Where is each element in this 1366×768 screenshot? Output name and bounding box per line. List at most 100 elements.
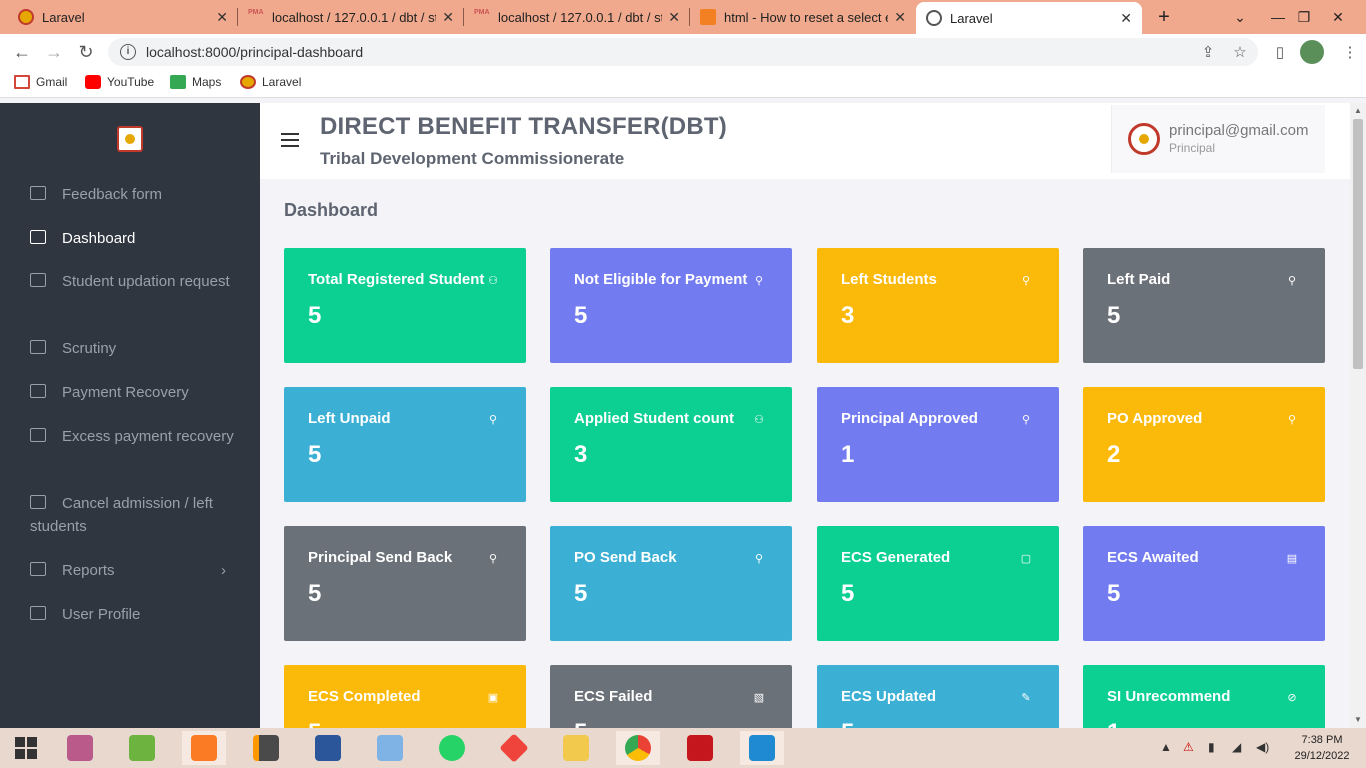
taskbar-app-word[interactable]	[306, 731, 350, 765]
profile-avatar[interactable]	[1300, 40, 1324, 64]
taskbar-clock[interactable]: 7:38 PM 29/12/2022	[1286, 732, 1358, 764]
stat-card[interactable]: Principal Approved 1 ⚲	[817, 387, 1059, 502]
laravel-favicon-icon	[18, 9, 34, 25]
bookmark-youtube[interactable]: YouTube	[85, 75, 154, 89]
taskbar-app-notepad[interactable]	[120, 731, 164, 765]
address-bar-row: ← → ↻ i localhost:8000/principal-dashboa…	[0, 34, 1366, 70]
scroll-down-icon[interactable]: ▼	[1353, 715, 1363, 725]
close-tab-icon[interactable]: ✕	[442, 9, 454, 26]
stat-card-value: 5	[308, 441, 322, 468]
sidebar-item-feedback-form[interactable]: Feedback form	[30, 183, 240, 206]
sidebar-logo[interactable]	[117, 126, 143, 152]
new-tab-button[interactable]: +	[1144, 0, 1184, 34]
sidebar-item-label: Feedback form	[62, 186, 163, 203]
stat-card[interactable]: Principal Send Back 5 ⚲	[284, 526, 526, 641]
taskbar-app-xampp[interactable]	[182, 731, 226, 765]
globe-icon	[926, 10, 942, 26]
sidebar-item-reports[interactable]: Reports ›	[30, 559, 240, 582]
app-subtitle: Tribal Development Commissionerate	[320, 149, 625, 168]
stat-card[interactable]: Total Registered Student 5 ⚇	[284, 248, 526, 363]
stat-card[interactable]: Left Students 3 ⚲	[817, 248, 1059, 363]
stat-card[interactable]: ECS Completed 5 ▣	[284, 665, 526, 728]
network-warning-icon[interactable]: ⚠	[1183, 740, 1194, 754]
back-icon[interactable]: ←	[10, 40, 34, 64]
xampp-icon	[191, 735, 217, 761]
taskbar-app-snipping[interactable]	[58, 731, 102, 765]
browser-tab[interactable]: html - How to reset a select ele ✕	[690, 0, 916, 34]
stat-card[interactable]: Left Paid 5 ⚲	[1083, 248, 1325, 363]
stat-card[interactable]: Left Unpaid 5 ⚲	[284, 387, 526, 502]
windows-logo-icon	[15, 737, 37, 759]
scroll-thumb[interactable]	[1353, 119, 1363, 369]
acrobat-icon	[687, 735, 713, 761]
stat-card[interactable]: ECS Awaited 5 ▤	[1083, 526, 1325, 641]
sidebar-item-dashboard[interactable]: Dashboard	[30, 227, 240, 250]
site-info-icon[interactable]: i	[120, 44, 136, 60]
start-button[interactable]	[4, 731, 48, 765]
stat-card-label: ECS Failed	[574, 688, 653, 705]
file-icon: ▢	[1020, 553, 1032, 565]
sidebar-item-label: Student updation request	[62, 273, 230, 290]
url-field[interactable]: i localhost:8000/principal-dashboard	[108, 38, 1258, 66]
stat-card[interactable]: ECS Generated 5 ▢	[817, 526, 1059, 641]
sidebar-item-scrutiny[interactable]: Scrutiny	[30, 337, 240, 360]
bookmark-star-icon[interactable]: ☆	[1230, 42, 1250, 62]
close-tab-icon[interactable]: ✕	[894, 9, 906, 26]
page-scrollbar[interactable]: ▲ ▼	[1350, 103, 1366, 728]
browser-tab[interactable]: PMA localhost / 127.0.0.1 / dbt / stu ✕	[464, 0, 690, 34]
sidebar-item-student-updation[interactable]: Student updation request	[30, 270, 240, 293]
stat-card[interactable]: SI Unrecommend 1 ⊘	[1083, 665, 1325, 728]
stat-card[interactable]: PO Approved 2 ⚲	[1083, 387, 1325, 502]
user-menu[interactable]: principal@gmail.com Principal	[1111, 105, 1325, 173]
stat-card[interactable]: Not Eligible for Payment 5 ⚲	[550, 248, 792, 363]
forward-icon[interactable]: →	[42, 40, 66, 64]
browser-tab-active[interactable]: Laravel ✕	[916, 2, 1142, 34]
building-icon	[30, 562, 46, 576]
stat-card[interactable]: ECS Failed 5 ▧	[550, 665, 792, 728]
stat-card[interactable]: PO Send Back 5 ⚲	[550, 526, 792, 641]
taskbar-app-sublime[interactable]	[244, 731, 288, 765]
taskbar-app-explorer-window[interactable]	[368, 731, 412, 765]
stat-card[interactable]: ECS Updated 5 ✎	[817, 665, 1059, 728]
reload-icon[interactable]: ↻	[74, 40, 98, 64]
side-panel-icon[interactable]: ▯	[1270, 42, 1290, 62]
taskbar-app-anydesk[interactable]	[492, 731, 536, 765]
sidebar-item-label: Payment Recovery	[62, 384, 189, 401]
phpmyadmin-favicon-icon: PMA	[474, 9, 490, 25]
sidebar-item-label: Excess payment recovery	[62, 428, 234, 445]
bookmark-maps[interactable]: Maps	[170, 75, 221, 89]
sidebar-item-payment-recovery[interactable]: Payment Recovery	[30, 381, 240, 404]
chevron-right-icon: ›	[221, 562, 226, 579]
browser-tab[interactable]: PMA localhost / 127.0.0.1 / dbt / stu ✕	[238, 0, 464, 34]
sidebar-item-excess-payment[interactable]: Excess payment recovery	[30, 425, 240, 448]
stat-card[interactable]: Applied Student count 3 ⚇	[550, 387, 792, 502]
close-window-icon[interactable]: ✕	[1318, 0, 1358, 34]
stackoverflow-favicon-icon	[700, 9, 716, 25]
sidebar-item-cancel-admission[interactable]: Cancel admission / left students	[30, 492, 240, 538]
close-tab-icon[interactable]: ✕	[668, 9, 680, 26]
close-tab-icon[interactable]: ✕	[1120, 10, 1132, 27]
window-icon	[377, 735, 403, 761]
stat-card-value: 5	[1107, 580, 1121, 607]
share-icon[interactable]: ⇪	[1198, 42, 1218, 62]
chat-icon	[30, 428, 46, 442]
taskbar-app-acrobat[interactable]	[678, 731, 722, 765]
wifi-icon[interactable]: ◢	[1232, 740, 1241, 754]
taskbar-app-vscode[interactable]	[740, 731, 784, 765]
close-tab-icon[interactable]: ✕	[216, 9, 228, 26]
scroll-up-icon[interactable]: ▲	[1353, 106, 1363, 116]
menu-kebab-icon[interactable]: ⋮	[1340, 42, 1360, 62]
taskbar-app-file-explorer[interactable]	[554, 731, 598, 765]
hamburger-menu-icon[interactable]	[281, 133, 299, 147]
battery-icon[interactable]: ▮	[1208, 740, 1215, 754]
bookmark-laravel[interactable]: Laravel	[240, 75, 301, 89]
taskbar-app-whatsapp[interactable]	[430, 731, 474, 765]
tab-search-icon[interactable]: ⌄	[1220, 0, 1260, 34]
taskbar-app-chrome[interactable]	[616, 731, 660, 765]
tray-expand-icon[interactable]: ▲	[1160, 740, 1172, 754]
bookmark-gmail[interactable]: Gmail	[14, 75, 67, 89]
volume-icon[interactable]: ◀)	[1256, 740, 1269, 754]
sidebar-item-user-profile[interactable]: User Profile	[30, 603, 240, 626]
browser-tab[interactable]: Laravel ✕	[8, 0, 238, 34]
stat-card-label: Total Registered Student	[308, 271, 485, 288]
